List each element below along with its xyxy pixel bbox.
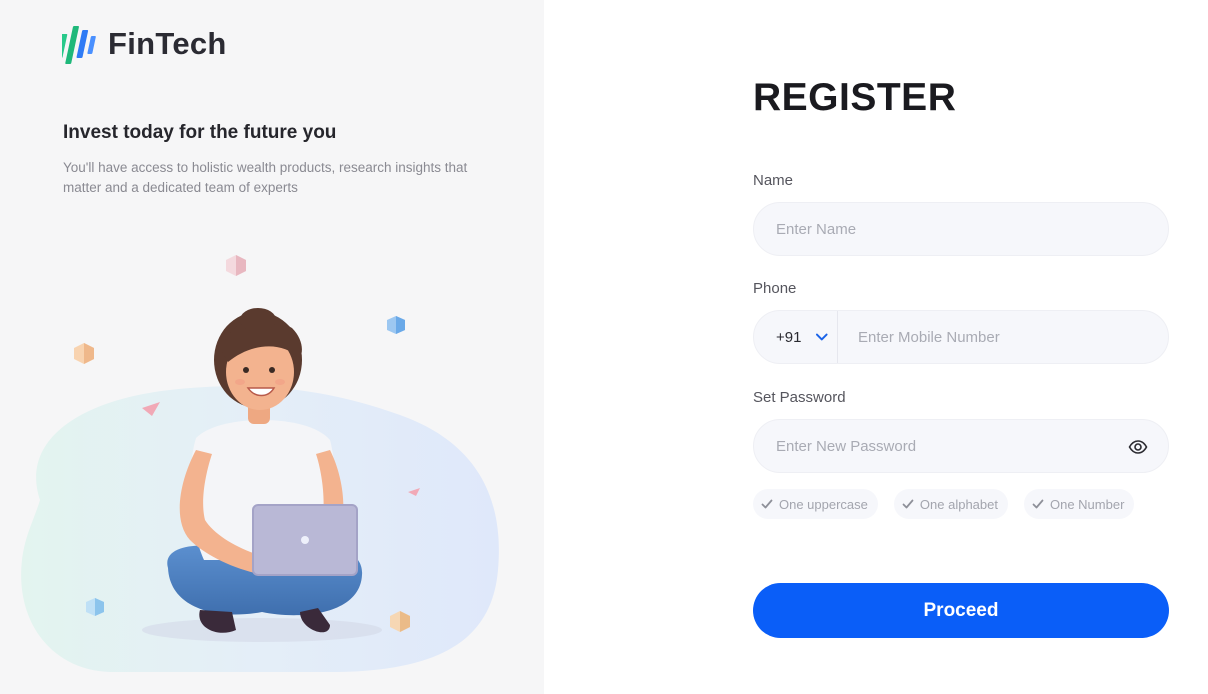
brand-name: FinTech [108, 26, 227, 61]
eye-icon[interactable] [1128, 438, 1148, 456]
phone-field-wrapper: +91 [753, 310, 1169, 364]
password-label: Set Password [753, 389, 846, 406]
password-field-wrapper [753, 419, 1169, 473]
phone-label: Phone [753, 280, 797, 297]
register-panel: REGISTER Name Phone +91 Set Password One… [544, 0, 1208, 694]
hint-uppercase: One uppercase [753, 489, 878, 519]
country-code-value: +91 [776, 328, 802, 346]
chevron-down-icon [816, 333, 829, 341]
password-requirements: One uppercase One alphabet One Number [753, 489, 1169, 519]
logo-bars-icon [62, 26, 96, 64]
check-icon [761, 499, 773, 509]
hero-tagline: Invest today for the future you [63, 122, 337, 143]
password-input[interactable] [754, 437, 1168, 455]
proceed-button[interactable]: Proceed [753, 583, 1169, 638]
hint-label: One Number [1049, 496, 1125, 512]
hero-description: You'll have access to holistic wealth pr… [63, 160, 468, 195]
mobile-number-input[interactable] [838, 328, 1168, 346]
hint-label: One uppercase [779, 496, 868, 512]
hint-number: One Number [1023, 489, 1135, 519]
woman-with-laptop-illustration [21, 255, 499, 672]
check-icon [1032, 499, 1044, 509]
name-input[interactable] [754, 220, 1168, 238]
check-icon [902, 499, 914, 509]
name-field-wrapper [753, 202, 1169, 256]
brand-logo[interactable]: FinTech [62, 22, 227, 66]
hint-alphabet: One alphabet [893, 489, 1008, 519]
floating-cube [226, 255, 246, 276]
register-title: REGISTER [753, 76, 957, 119]
name-label: Name [753, 172, 794, 189]
country-code-dropdown[interactable]: +91 [754, 311, 838, 363]
hint-label: One alphabet [919, 496, 998, 512]
hero-panel: FinTech Invest today for the future you … [0, 0, 544, 694]
